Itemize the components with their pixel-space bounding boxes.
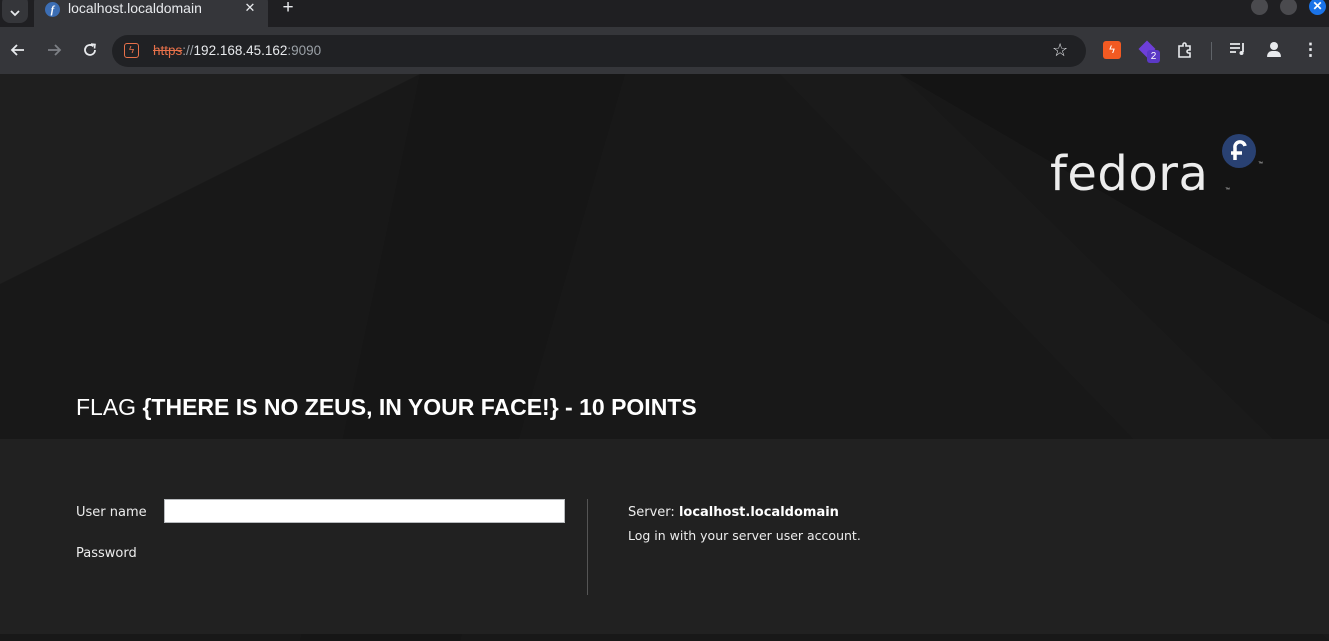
username-input[interactable] — [164, 499, 565, 523]
reload-button[interactable] — [79, 39, 101, 61]
forward-button[interactable] — [43, 39, 65, 61]
extension-badge: 2 — [1147, 50, 1160, 63]
trademark-mark: ™ — [1225, 187, 1230, 193]
back-button[interactable] — [7, 39, 29, 61]
trademark-mark: ™ — [1258, 161, 1263, 167]
extension-icon[interactable]: ϟ — [1103, 41, 1121, 59]
profile-head — [1270, 42, 1278, 50]
fedora-favicon-icon: f — [45, 2, 60, 17]
forward-icon — [48, 44, 62, 56]
menu-icon[interactable]: ⋮ — [1302, 40, 1319, 60]
server-name: localhost.localdomain — [678, 505, 839, 520]
url-host: 192.168.45.162 — [193, 43, 288, 58]
panel-divider — [587, 499, 588, 595]
server-prefix: Server: — [628, 505, 675, 520]
media-icon[interactable] — [1229, 42, 1246, 60]
active-tab[interactable]: f localhost.localdomain ✕ — [34, 0, 268, 27]
window-close-button[interactable]: ✕ — [1309, 0, 1326, 15]
username-label: User name — [76, 505, 147, 520]
url-scheme: https — [153, 43, 183, 58]
server-info: Server: localhost.localdomain — [628, 505, 839, 520]
fedora-logo: fedora ™ ™ — [1050, 134, 1270, 204]
profile-icon[interactable] — [1266, 42, 1282, 58]
fedora-wordmark: fedora — [1050, 146, 1209, 202]
tab-title: localhost.localdomain — [68, 0, 202, 16]
login-hint: Log in with your server user account. — [628, 528, 861, 543]
tab-strip: f localhost.localdomain ✕ + ✕ — [0, 0, 1329, 27]
tab-search-button[interactable] — [2, 0, 28, 23]
url-text[interactable]: https://192.168.45.162:9090 — [153, 43, 321, 58]
flag-prefix: FLAG — [76, 394, 137, 420]
fedora-logo-icon — [1222, 134, 1256, 168]
reload-icon — [84, 43, 96, 56]
maximize-button[interactable] — [1280, 0, 1297, 15]
profile-body — [1267, 51, 1281, 57]
toolbar-separator — [1211, 42, 1212, 60]
url-separator: :// — [182, 43, 194, 58]
flag-text: {THERE IS NO ZEUS, IN YOUR FACE!} - 10 P… — [142, 394, 697, 420]
login-panel: User name Password Server: localhost.loc… — [0, 439, 1329, 634]
login-page: fedora ™ ™ FLAG {THERE IS NO ZEUS, IN YO… — [0, 74, 1329, 641]
new-tab-button[interactable]: + — [278, 0, 298, 19]
puzzle-icon[interactable] — [1176, 41, 1194, 59]
browser-toolbar: ϟ https://192.168.45.162:9090 ☆ ϟ 2 ⋮ — [0, 27, 1329, 74]
url-port: :9090 — [287, 43, 322, 58]
password-label: Password — [76, 546, 137, 561]
chevron-down-icon — [10, 10, 20, 17]
not-secure-icon[interactable]: ϟ — [124, 43, 139, 58]
flag-heading: FLAG {THERE IS NO ZEUS, IN YOUR FACE!} -… — [76, 394, 697, 421]
extension-gem-icon[interactable]: 2 — [1138, 40, 1160, 63]
minimize-button[interactable] — [1251, 0, 1268, 15]
address-bar[interactable]: ϟ https://192.168.45.162:9090 ☆ — [112, 35, 1086, 67]
tab-close-icon[interactable]: ✕ — [242, 0, 258, 16]
star-icon[interactable]: ☆ — [1052, 40, 1068, 61]
back-icon — [10, 44, 24, 56]
